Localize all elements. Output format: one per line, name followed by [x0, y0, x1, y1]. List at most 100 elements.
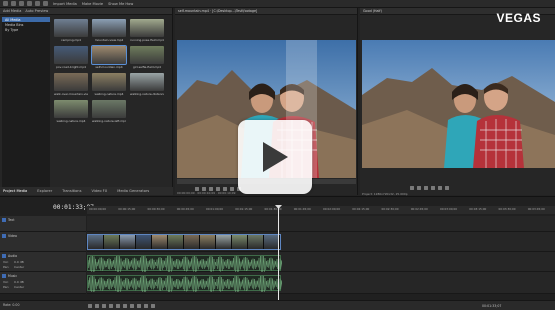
- import-media-button[interactable]: Import Media: [53, 2, 77, 6]
- track-name: Text: [8, 217, 15, 222]
- clip-frame-thumbnail: [200, 235, 216, 249]
- ruler-tick-label: 00:00:00;00: [89, 207, 107, 211]
- loop-playback-icon[interactable]: [95, 304, 99, 308]
- vegas-watermark: VEGAS: [496, 11, 541, 25]
- thumbnail-image: [91, 45, 127, 65]
- media-thumbnail[interactable]: pov-road-bright.mp4: [54, 46, 88, 70]
- timeline-transport: [88, 304, 155, 308]
- preview-play-icon[interactable]: [417, 186, 421, 190]
- media-thumbnail[interactable]: camping.mp4: [54, 19, 88, 43]
- pause-icon[interactable]: [116, 304, 120, 308]
- video-event-clip[interactable]: [87, 234, 281, 250]
- preview-stop-icon[interactable]: [431, 186, 435, 190]
- media-thumbnail[interactable]: girl-selfie-field.mp4: [130, 46, 164, 70]
- render-icon[interactable]: [27, 1, 32, 6]
- preview-loop-icon[interactable]: [410, 186, 414, 190]
- media-bin-tree: All Media Media Bins By Type: [2, 17, 50, 193]
- clip-frame-thumbnail: [120, 235, 136, 249]
- trimmer-timecodes: 00:00:00;00 · 00:00:10;09 · 00:00:10;09: [177, 191, 236, 195]
- prev-frame-icon[interactable]: [144, 304, 148, 308]
- ruler-tick-label: 00:02:15;00: [352, 207, 370, 211]
- preview-prev-icon[interactable]: [438, 186, 442, 190]
- track-lane-text[interactable]: [87, 216, 555, 232]
- ruler-tick-label: 00:03:45;00: [527, 207, 545, 211]
- volume-value[interactable]: 0.0 dB: [14, 260, 24, 264]
- timeline-ruler[interactable]: 00:00:00;00 00:00:15;00 00:00:30;00 00:00:4…: [87, 206, 555, 214]
- thumbnail-caption: walking-nature-distance.mp4: [130, 91, 164, 96]
- vegas-editor-window: Import Media Make Movie Show Me How Add …: [0, 0, 555, 310]
- playhead-line[interactable]: [278, 206, 279, 310]
- track-header-music[interactable]: Music Vol: 0.0 dB Pan: Center: [0, 272, 86, 294]
- tab-video-fx[interactable]: Video FX: [91, 189, 107, 193]
- ruler-tick-label: 00:01:15;00: [235, 207, 253, 211]
- thumbnail-image: [54, 73, 88, 91]
- media-thumbnail[interactable]: walking-nature-left.mp4: [92, 100, 126, 124]
- ruler-tick-label: 00:02:45;00: [410, 207, 428, 211]
- ruler-tick-label: 00:01:45;00: [293, 207, 311, 211]
- clip-frame-thumbnail: [216, 235, 232, 249]
- next-frame-icon[interactable]: [151, 304, 155, 308]
- main-toolbar: Import Media Make Movie Show Me How: [0, 0, 555, 8]
- add-media-button[interactable]: Add Media: [3, 9, 21, 13]
- auto-preview-toggle[interactable]: Auto Preview: [25, 9, 48, 13]
- track-header-video[interactable]: Video: [0, 232, 86, 252]
- ruler-tick-label: 00:03:00;00: [440, 207, 458, 211]
- preview-pause-icon[interactable]: [424, 186, 428, 190]
- go-to-start-icon[interactable]: [130, 304, 134, 308]
- media-thumbnail[interactable]: walking-nature.mp4: [54, 100, 88, 124]
- track-number: [2, 234, 6, 238]
- open-icon[interactable]: [11, 1, 16, 6]
- track-header-audio[interactable]: Audio Vol: 0.0 dB Pan: Center: [0, 252, 86, 272]
- record-icon[interactable]: [88, 304, 92, 308]
- play-icon: [263, 142, 288, 172]
- stop-icon[interactable]: [123, 304, 127, 308]
- volume-label: Vol:: [3, 280, 9, 284]
- music-event-clip[interactable]: [87, 275, 283, 293]
- pan-value[interactable]: Center: [14, 265, 24, 269]
- tab-transitions[interactable]: Transitions: [62, 189, 81, 193]
- save-icon[interactable]: [19, 1, 24, 6]
- media-thumbnail[interactable]: walking-nature-distance.mp4: [130, 73, 164, 97]
- rate-label: Rate: 0.00: [3, 303, 20, 307]
- tree-item-by-type[interactable]: By Type: [2, 27, 50, 32]
- preview-next-icon[interactable]: [445, 186, 449, 190]
- new-project-icon[interactable]: [3, 1, 8, 6]
- ruler-tick-label: 00:02:00;00: [323, 207, 341, 211]
- tab-explorer[interactable]: Explorer: [37, 189, 52, 193]
- thumbnail-image: [130, 46, 164, 64]
- pan-value[interactable]: Center: [14, 285, 24, 289]
- pan-label: Pan:: [3, 285, 10, 289]
- trimmer-title: self-mountain.mp4 · [C:\Desktop...\Test\…: [178, 9, 258, 13]
- thumbnail-caption: mountain-view.mp4: [94, 37, 124, 42]
- volume-label: Vol:: [3, 260, 9, 264]
- audio-event-clip[interactable]: [87, 255, 283, 273]
- tab-media-generators[interactable]: Media Generators: [117, 189, 149, 193]
- make-movie-button[interactable]: Make Movie: [82, 2, 103, 6]
- thumbnail-caption: walk-over-mountain-view.mp4: [54, 91, 88, 96]
- media-thumbnail[interactable]: walk-over-mountain-view.mp4: [54, 73, 88, 97]
- audio-waveform: [87, 275, 283, 293]
- ruler-tick-label: 00:00:45;00: [176, 207, 194, 211]
- play-icon[interactable]: [109, 304, 113, 308]
- timeline-panel: 00:01:33;07 00:00:00;00 00:00:15;00 00:00:…: [0, 196, 555, 310]
- track-header-text[interactable]: Text: [0, 216, 86, 232]
- media-thumbnail-grid: camping.mp4 mountain-view.mp4 running-pose…: [54, 19, 170, 184]
- preview-quality-select[interactable]: Good (Half): [363, 9, 382, 13]
- show-me-how-button[interactable]: Show Me How: [108, 2, 133, 6]
- track-number: [2, 254, 6, 258]
- tab-project-media[interactable]: Project Media: [3, 189, 27, 193]
- media-thumbnail[interactable]: running-pose-field.mp4: [130, 19, 164, 43]
- volume-value[interactable]: 0.0 dB: [14, 280, 24, 284]
- clip-frame-thumbnail: [232, 235, 248, 249]
- undo-icon[interactable]: [35, 1, 40, 6]
- clip-frame-thumbnail: [184, 235, 200, 249]
- go-to-end-icon[interactable]: [137, 304, 141, 308]
- project-media-panel: Add Media Auto Preview All Media Media B…: [0, 8, 173, 195]
- redo-icon[interactable]: [43, 1, 48, 6]
- media-thumbnail[interactable]: walking-nature.mp4: [92, 73, 126, 97]
- video-play-button[interactable]: [238, 120, 312, 194]
- media-thumbnail[interactable]: self-mountain.mp4: [91, 45, 127, 70]
- preview-video-frame: [362, 40, 555, 168]
- media-thumbnail[interactable]: mountain-view.mp4: [92, 19, 126, 43]
- play-from-start-icon[interactable]: [102, 304, 106, 308]
